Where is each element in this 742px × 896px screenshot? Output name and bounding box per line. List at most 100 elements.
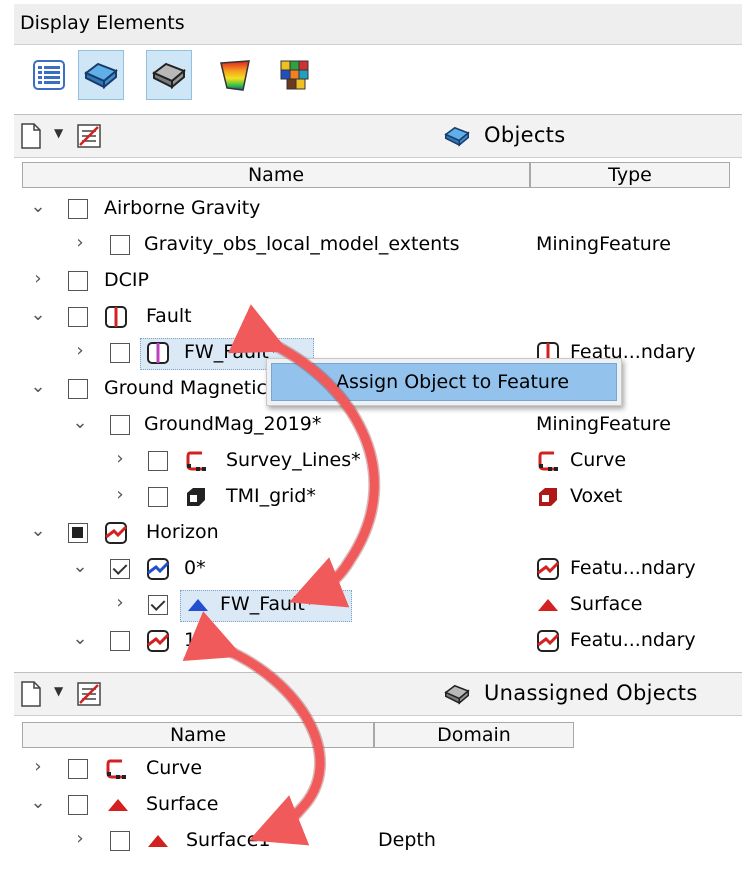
row-label: Horizon: [146, 521, 219, 543]
voxet-icon: [539, 488, 557, 506]
colormap-button[interactable]: [212, 50, 258, 100]
checkbox[interactable]: [68, 271, 88, 291]
checkbox[interactable]: [110, 343, 130, 363]
unassigned-objects-icon: [444, 684, 470, 705]
objects-panel-header: ▼ Objects: [14, 114, 742, 158]
unassigned-view-button[interactable]: [146, 50, 192, 100]
fault-icon: [105, 306, 127, 328]
new-document-icon[interactable]: [20, 680, 42, 708]
chevron-right-icon[interactable]: ›: [110, 448, 130, 469]
dropdown-arrow-icon[interactable]: ▼: [54, 126, 63, 140]
horizon-icon: [147, 558, 170, 580]
chevron-down-icon[interactable]: ⌄: [28, 792, 48, 813]
checkbox[interactable]: [110, 235, 130, 255]
surface-icon: [108, 799, 128, 811]
row-domain: Depth: [378, 829, 436, 851]
new-document-icon[interactable]: [20, 122, 42, 150]
tree-row-curve[interactable]: › Curve: [14, 752, 742, 788]
tree-row-fw-fault-surface[interactable]: › FW_Fault* Surface: [14, 588, 742, 624]
tree-row-horizon-0[interactable]: ⌄ 0* Featu...ndary: [14, 552, 742, 588]
checkbox[interactable]: [68, 795, 88, 815]
tree-row-surface[interactable]: ⌄ Surface: [14, 788, 742, 824]
filter-icon[interactable]: [76, 123, 102, 149]
curve-icon: [186, 451, 206, 471]
checkbox[interactable]: [148, 451, 168, 471]
chevron-right-icon[interactable]: ›: [110, 592, 130, 613]
chevron-down-icon[interactable]: ⌄: [70, 556, 90, 577]
checkbox[interactable]: [110, 631, 130, 651]
row-label: Surface1: [186, 829, 271, 851]
tree-row-fault[interactable]: ⌄ Fault: [14, 300, 742, 336]
chevron-right-icon[interactable]: ›: [70, 828, 90, 849]
unassigned-panel-header: ▼ Unassigned Objects: [14, 672, 742, 716]
context-menu: Assign Object to Feature: [266, 358, 622, 406]
unassigned-panel-title: Unassigned Objects: [484, 681, 698, 705]
objects-panel-title: Objects: [484, 123, 566, 147]
chevron-down-icon[interactable]: ⌄: [28, 304, 48, 325]
chevron-down-icon[interactable]: ⌄: [70, 412, 90, 433]
row-label: DCIP: [104, 269, 149, 291]
tree-row-dcip[interactable]: › DCIP: [14, 264, 742, 300]
objects-view-button[interactable]: [78, 50, 124, 100]
row-type: Voxet: [570, 485, 623, 507]
chevron-right-icon[interactable]: ›: [70, 340, 90, 361]
row-type: Featu...ndary: [570, 557, 696, 579]
object-grey-icon: [152, 62, 186, 90]
row-label: FW_Fault*: [220, 593, 315, 615]
checkbox[interactable]: [68, 523, 88, 543]
checkbox[interactable]: [148, 595, 168, 615]
column-header-type[interactable]: Type: [530, 162, 730, 188]
checkbox[interactable]: [68, 307, 88, 327]
menu-item-label: Assign Object to Feature: [336, 371, 570, 393]
chevron-right-icon[interactable]: ›: [28, 756, 48, 777]
tree-row-gravity-obs[interactable]: › Gravity_obs_local_model_extents Mining…: [14, 228, 742, 264]
colormap-icon: [220, 60, 250, 91]
row-label: Survey_Lines*: [226, 449, 361, 471]
row-label: Curve: [146, 757, 203, 779]
checkbox[interactable]: [110, 415, 130, 435]
chevron-down-icon[interactable]: ⌄: [28, 520, 48, 541]
chevron-down-icon[interactable]: ⌄: [70, 628, 90, 649]
checkbox[interactable]: [68, 379, 88, 399]
row-type: Surface: [570, 593, 643, 615]
chevron-right-icon[interactable]: ›: [70, 232, 90, 253]
tree-row-horizon-1[interactable]: ⌄ 1* Featu...ndary: [14, 624, 742, 660]
tree-row-horizon[interactable]: ⌄ Horizon: [14, 516, 742, 552]
row-type: MiningFeature: [536, 233, 671, 255]
grid-button[interactable]: [272, 50, 318, 100]
column-header-name[interactable]: Name: [22, 722, 374, 748]
checkbox[interactable]: [110, 559, 130, 579]
checkbox[interactable]: [148, 487, 168, 507]
object-3d-icon: [84, 62, 118, 90]
chevron-down-icon[interactable]: ⌄: [28, 376, 48, 397]
column-header-name[interactable]: Name: [22, 162, 530, 188]
tree-row-surface1[interactable]: › Surface1 Depth: [14, 824, 742, 860]
row-label: 0*: [184, 557, 206, 579]
tree-row-tmi-grid[interactable]: › TMI_grid* Voxet: [14, 480, 742, 516]
curve-icon: [538, 451, 558, 471]
row-type: Featu...ndary: [570, 629, 696, 651]
row-label: Ground Magnetic: [104, 377, 267, 399]
filter-icon[interactable]: [76, 681, 102, 707]
row-type: MiningFeature: [536, 413, 671, 435]
assign-object-to-feature-menu-item[interactable]: Assign Object to Feature: [271, 363, 617, 401]
dropdown-arrow-icon[interactable]: ▼: [54, 684, 63, 698]
surface-icon: [538, 599, 558, 611]
checkbox[interactable]: [110, 831, 130, 851]
column-header-domain[interactable]: Domain: [374, 722, 574, 748]
row-type: Curve: [570, 449, 627, 471]
chevron-right-icon[interactable]: ›: [110, 484, 130, 505]
curve-icon: [106, 759, 126, 779]
row-label: GroundMag_2019*: [144, 413, 322, 435]
fault-icon: [147, 342, 169, 364]
chevron-right-icon[interactable]: ›: [28, 268, 48, 289]
checkbox[interactable]: [68, 759, 88, 779]
chevron-down-icon[interactable]: ⌄: [28, 196, 48, 217]
list-view-button[interactable]: [26, 50, 72, 100]
horizon-icon: [147, 630, 170, 652]
tree-row-survey-lines[interactable]: › Survey_Lines* Curve: [14, 444, 742, 480]
list-icon: [33, 60, 65, 90]
checkbox[interactable]: [68, 199, 88, 219]
tree-row-airborne-gravity[interactable]: ⌄ Airborne Gravity: [14, 192, 742, 228]
tree-row-groundmag-2019[interactable]: ⌄ GroundMag_2019* MiningFeature: [14, 408, 742, 444]
